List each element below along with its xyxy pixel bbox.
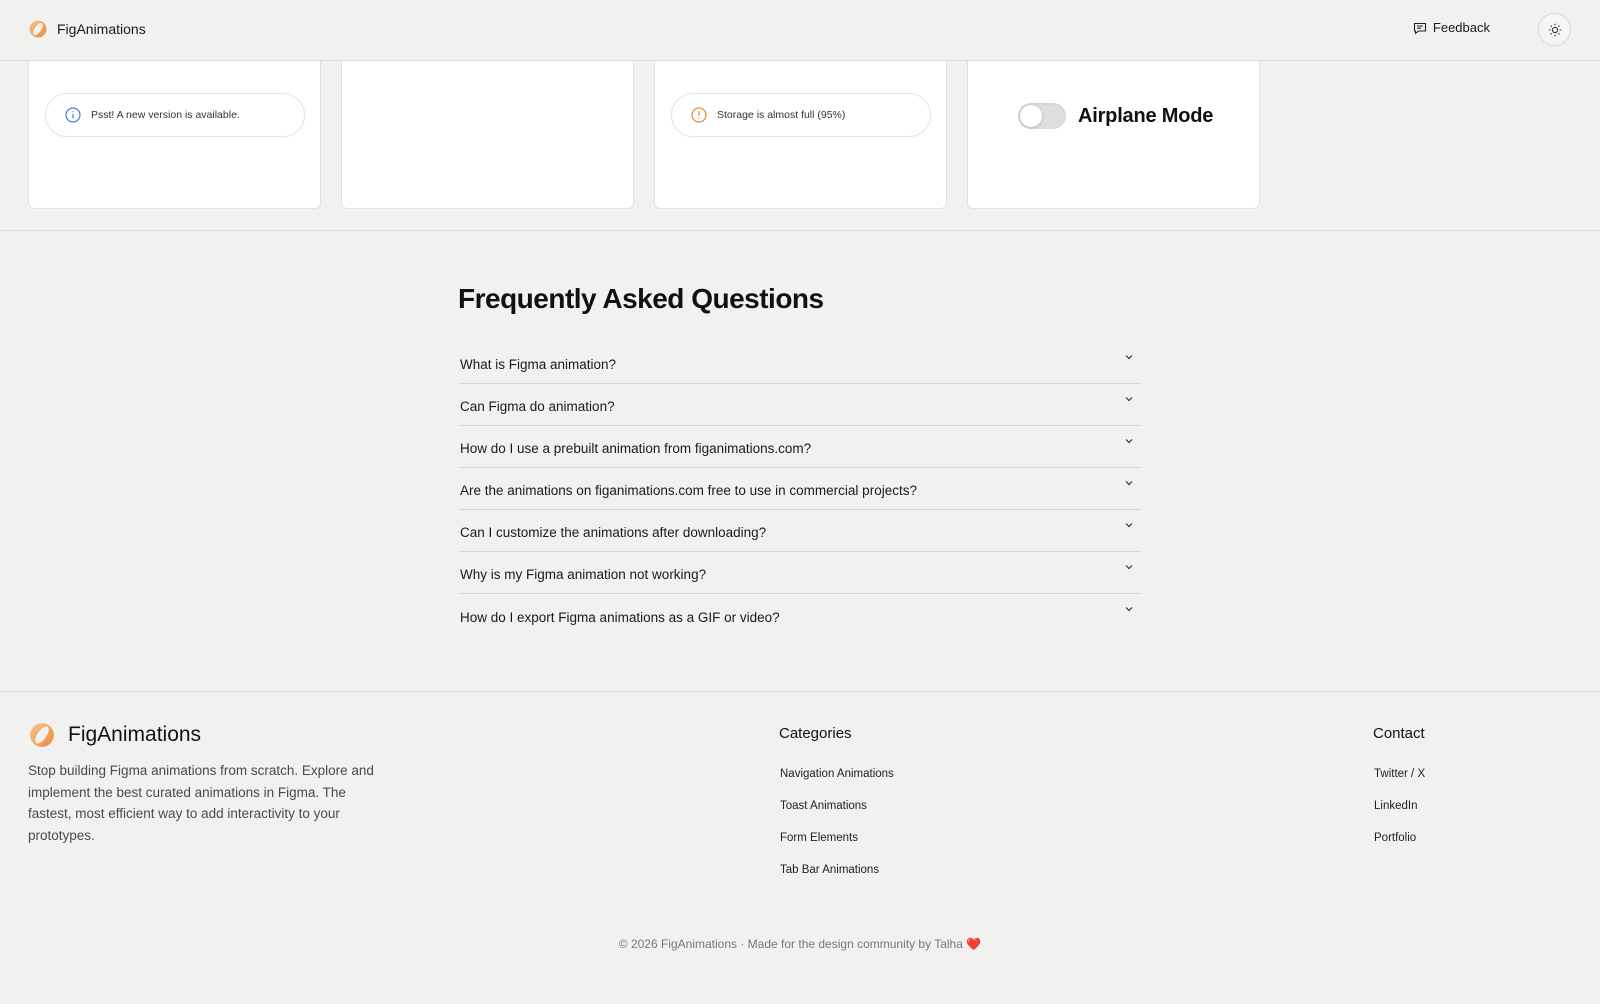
faq-item[interactable]: What is Figma animation? — [459, 342, 1141, 384]
faq-question: Can I customize the animations after dow… — [460, 525, 767, 540]
copyright-text: © 2026 FigAnimations · Made for the desi… — [618, 937, 963, 951]
chevron-down-icon — [1125, 439, 1133, 444]
alert-circle-icon — [691, 107, 707, 123]
preview-cards-section: Psst! A new version is available. Storag… — [0, 61, 1600, 231]
footer-divider — [0, 691, 1600, 692]
footer-link-toast-animations[interactable]: Toast Animations — [780, 800, 894, 832]
toast-warning-text: Storage is almost full (95%) — [717, 109, 846, 121]
faq-title: Frequently Asked Questions — [458, 283, 824, 314]
chevron-down-icon — [1125, 523, 1133, 528]
footer-brand-name: FigAnimations — [68, 723, 202, 746]
brand-logo-icon — [30, 723, 54, 747]
toast-warning-card[interactable]: Storage is almost full (95%) — [654, 61, 947, 209]
switch-knob — [1020, 105, 1042, 127]
toast-info: Psst! A new version is available. — [45, 93, 305, 137]
faq-item[interactable]: How do I use a prebuilt animation from f… — [459, 426, 1141, 468]
site-header: FigAnimations Feedback — [0, 0, 1600, 61]
airplane-mode-label: Airplane Mode — [1078, 104, 1214, 127]
categories-links: Navigation Animations Toast Animations F… — [780, 768, 894, 896]
heart-icon: ❤️ — [966, 937, 982, 951]
faq-question: What is Figma animation? — [460, 357, 617, 372]
copyright: © 2026 FigAnimations · Made for the desi… — [0, 937, 1600, 951]
footer-description: Stop building Figma animations from scra… — [28, 763, 374, 843]
message-square-icon — [1413, 22, 1426, 35]
brand-link[interactable]: FigAnimations — [28, 19, 146, 39]
feedback-label: Feedback — [1432, 20, 1490, 35]
faq-item[interactable]: Are the animations on figanimations.com … — [459, 468, 1141, 510]
contact-title: Contact — [1373, 725, 1425, 742]
chevron-down-icon — [1125, 481, 1133, 486]
faq-question: Are the animations on figanimations.com … — [460, 483, 917, 498]
empty-preview-card[interactable] — [341, 61, 634, 209]
brand-logo-icon — [29, 20, 47, 38]
airplane-mode-card[interactable]: Airplane Mode — [967, 61, 1260, 209]
chevron-down-icon — [1125, 355, 1133, 360]
faq-question: Why is my Figma animation not working? — [460, 567, 707, 582]
footer-link-tab-bar-animations[interactable]: Tab Bar Animations — [780, 864, 894, 896]
toast-warning: Storage is almost full (95%) — [671, 93, 931, 137]
toast-info-card[interactable]: Psst! A new version is available. — [28, 61, 321, 209]
theme-toggle-button[interactable] — [1538, 13, 1571, 46]
footer-link-navigation-animations[interactable]: Navigation Animations — [780, 768, 894, 800]
faq-question: How do I export Figma animations as a GI… — [460, 609, 780, 625]
footer-link-form-elements[interactable]: Form Elements — [780, 832, 894, 864]
contact-links: Twitter / X LinkedIn Portfolio — [1374, 768, 1425, 864]
chevron-down-icon — [1125, 607, 1133, 612]
faq-item[interactable]: Can Figma do animation? — [459, 384, 1141, 426]
footer-link-linkedin[interactable]: LinkedIn — [1374, 800, 1425, 832]
faq-list: What is Figma animation? Can Figma do an… — [459, 342, 1141, 636]
info-circle-icon — [65, 107, 81, 123]
faq-item[interactable]: Why is my Figma animation not working? — [459, 552, 1141, 594]
footer-brand[interactable]: FigAnimations — [28, 721, 201, 749]
faq-question: How do I use a prebuilt animation from f… — [460, 441, 812, 456]
airplane-mode-row: Airplane Mode — [1018, 103, 1213, 129]
footer-link-portfolio[interactable]: Portfolio — [1374, 832, 1425, 864]
brand-name: FigAnimations — [57, 21, 146, 37]
footer-link-twitter[interactable]: Twitter / X — [1374, 768, 1425, 800]
sun-icon — [1548, 23, 1561, 36]
toast-info-text: Psst! A new version is available. — [91, 109, 240, 121]
airplane-mode-switch[interactable] — [1018, 103, 1066, 129]
faq-item[interactable]: Can I customize the animations after dow… — [459, 510, 1141, 552]
chevron-down-icon — [1125, 397, 1133, 402]
faq-item[interactable]: How do I export Figma animations as a GI… — [459, 594, 1141, 636]
feedback-button[interactable]: Feedback — [1413, 20, 1490, 35]
chevron-down-icon — [1125, 565, 1133, 570]
faq-question: Can Figma do animation? — [460, 399, 615, 414]
categories-title: Categories — [779, 725, 852, 742]
